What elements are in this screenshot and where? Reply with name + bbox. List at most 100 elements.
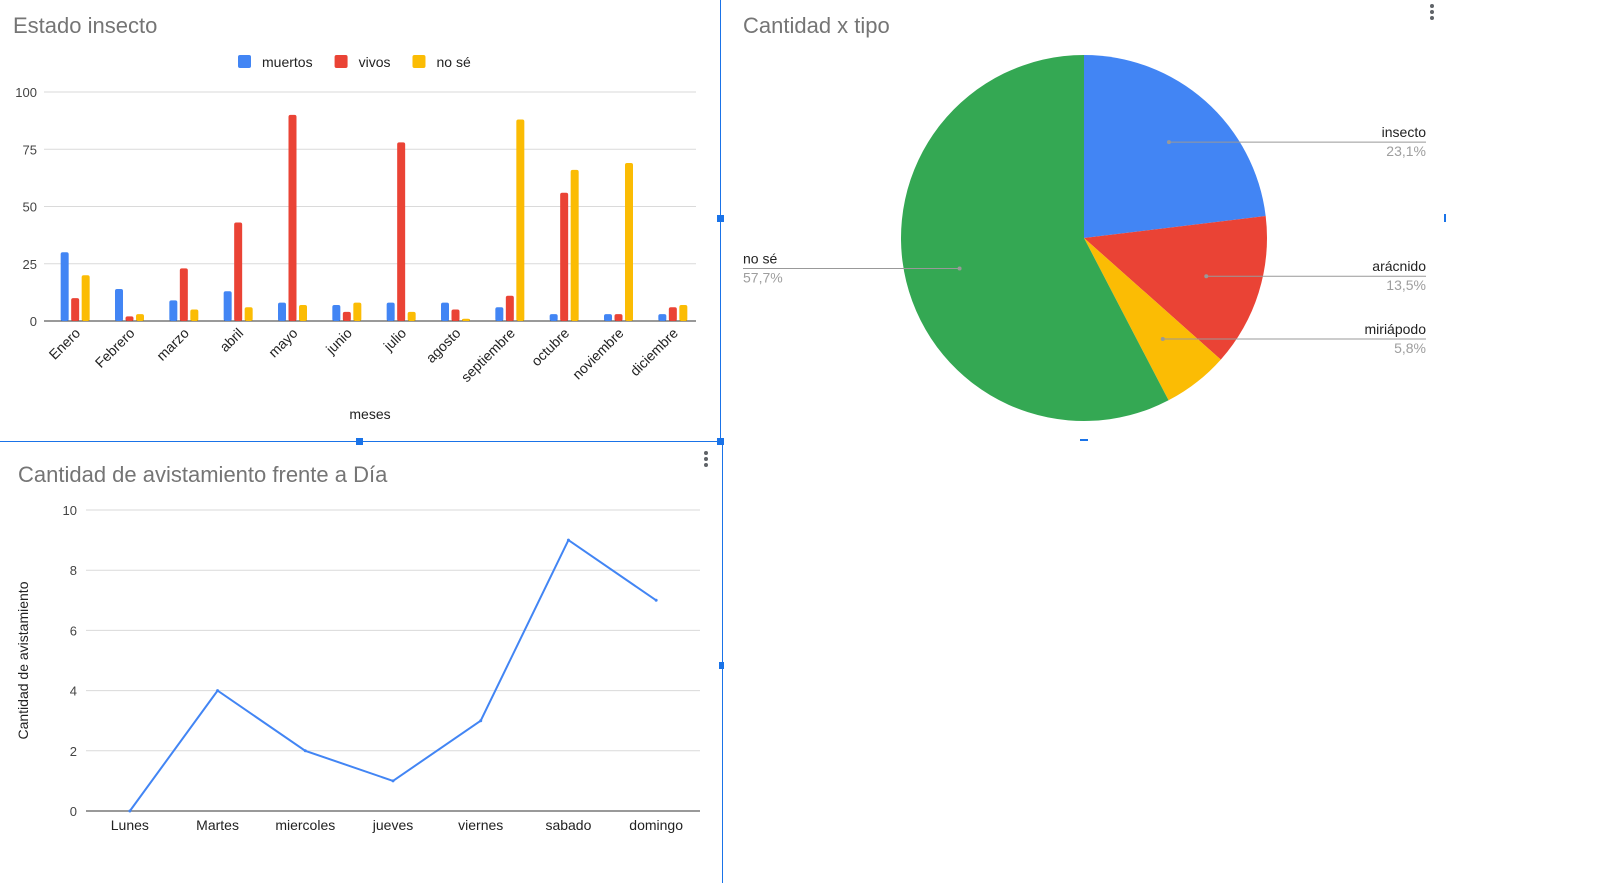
x-tick-label: jueves — [372, 817, 413, 833]
bar-muertos-11 — [658, 314, 667, 321]
bar-vivos-2 — [179, 268, 188, 321]
line-chart-panel[interactable]: Cantidad de avistamiento frente a Día 02… — [0, 444, 720, 883]
bar-chart-panel[interactable]: Estado insecto muertos vivos no sé 0 25 50 75 1… — [0, 0, 720, 442]
x-tick-label: viernes — [458, 817, 503, 833]
bar-vivos-6 — [397, 142, 406, 321]
bar-vivos-4 — [288, 114, 297, 322]
x-tick-label: Lunes — [111, 817, 149, 833]
y-tick-label: 25 — [23, 257, 37, 272]
pie-leader-dot-3 — [957, 266, 962, 271]
y-tick-label: 4 — [70, 684, 77, 699]
y-tick-label: 50 — [23, 200, 37, 215]
x-tick-label: Martes — [196, 817, 239, 833]
pie-slice-0 — [1084, 55, 1266, 238]
resize-handle-right[interactable] — [717, 215, 724, 222]
line-point-0 — [128, 809, 132, 813]
x-tick-label: Enero — [46, 325, 84, 363]
bar-muertos-5 — [332, 304, 341, 321]
pie-percent-2: 5,8% — [1394, 340, 1426, 356]
line-point-5 — [566, 538, 570, 542]
line-point-3 — [391, 779, 395, 783]
bar-chart: muertos vivos no sé 0 25 50 75 100 Enero Febrero m… — [15, 54, 696, 422]
legend-label-2: no sé — [436, 54, 470, 70]
x-tick-label: noviembre — [569, 325, 627, 383]
y-tick-label: 0 — [30, 314, 37, 329]
legend-label-0: muertos — [262, 54, 313, 70]
x-tick-label: abril — [216, 325, 246, 355]
x-tick-label: agosto — [423, 325, 464, 366]
bar-no-sé-1 — [136, 314, 144, 321]
bar-vivos-8 — [505, 295, 514, 321]
pie-leader-dot-0 — [1166, 140, 1171, 145]
legend-swatch-0 — [238, 55, 251, 68]
bar-vivos-9 — [560, 192, 569, 321]
x-tick-label: miercoles — [275, 817, 335, 833]
bar-no-sé-10 — [625, 162, 633, 321]
pie-label-1: arácnido — [1372, 258, 1426, 274]
bar-muertos-7 — [441, 302, 449, 321]
legend-swatch-1 — [334, 55, 348, 68]
x-axis-title: meses — [349, 406, 390, 422]
bar-no-sé-11 — [679, 304, 688, 321]
y-tick-label: 2 — [70, 744, 77, 759]
line-point-2 — [303, 749, 307, 753]
x-tick-label: mayo — [265, 325, 301, 361]
bar-no-sé-7 — [462, 318, 470, 321]
x-tick-label: septiembre — [458, 325, 518, 385]
pie-label-3: no sé — [743, 250, 777, 266]
x-tick-label: domingo — [629, 817, 683, 833]
x-tick-label: junio — [322, 325, 355, 358]
x-tick-label: marzo — [153, 325, 192, 364]
x-tick-label: sabado — [545, 817, 591, 833]
bar-muertos-10 — [604, 314, 612, 321]
line-chart-resize-handle[interactable] — [719, 662, 724, 669]
bar-vivos-7 — [451, 309, 460, 321]
pie-chart: insecto 23,1% arácnido 13,5% miriápodo 5,8% no… — [743, 55, 1427, 421]
bar-muertos-3 — [223, 291, 232, 321]
bar-no-sé-3 — [244, 307, 253, 321]
bar-muertos-6 — [386, 302, 395, 321]
legend-swatch-2 — [412, 55, 426, 68]
y-tick-label: 100 — [15, 85, 37, 100]
bar-vivos-3 — [234, 222, 243, 321]
y-axis-title: Cantidad de avistamiento — [15, 581, 31, 739]
bar-no-sé-4 — [299, 304, 307, 321]
x-tick-label: diciembre — [627, 325, 681, 379]
resize-handle-corner[interactable] — [717, 438, 724, 445]
pie-leader-dot-1 — [1204, 274, 1209, 279]
y-tick-label: 6 — [70, 623, 77, 638]
bar-vivos-11 — [668, 307, 677, 321]
bar-no-sé-6 — [407, 311, 416, 321]
y-tick-label: 10 — [63, 503, 77, 518]
pie-chart-edge-mark-bottom — [1080, 439, 1088, 441]
bar-muertos-4 — [278, 302, 286, 321]
x-tick-label: Febrero — [92, 325, 138, 371]
bar-no-sé-2 — [190, 309, 199, 321]
pie-label-2: miriápodo — [1365, 321, 1427, 337]
bar-vivos-1 — [125, 316, 134, 321]
line-chart: 0 2 4 6 8 10 Lunes Martes miercoles jueves viernes… — [15, 503, 700, 833]
bar-muertos-2 — [169, 300, 178, 321]
bar-no-sé-5 — [353, 302, 362, 321]
y-tick-label: 8 — [70, 563, 77, 578]
bar-vivos-0 — [71, 298, 80, 321]
bar-vivos-10 — [614, 314, 623, 321]
pie-percent-0: 23,1% — [1386, 143, 1426, 159]
bar-muertos-0 — [60, 252, 69, 321]
line-point-6 — [654, 598, 658, 602]
bar-no-sé-8 — [516, 119, 525, 321]
x-tick-label: octubre — [528, 325, 572, 369]
pie-percent-3: 57,7% — [743, 269, 783, 285]
resize-handle-bottom[interactable] — [356, 438, 363, 445]
bar-muertos-1 — [115, 288, 123, 321]
pie-chart-edge-mark-right — [1444, 214, 1446, 222]
x-tick-label: julio — [380, 325, 410, 355]
y-tick-label: 75 — [23, 142, 37, 157]
legend-label-1: vivos — [359, 54, 391, 70]
bar-muertos-9 — [549, 314, 558, 321]
pie-percent-1: 13,5% — [1386, 277, 1426, 293]
pie-chart-panel[interactable]: Cantidad x tipo insecto 23,1% arácnido 13,5… — [722, 0, 1615, 442]
bar-vivos-5 — [342, 311, 351, 321]
line-series-0 — [129, 538, 657, 812]
line-point-1 — [216, 689, 220, 693]
